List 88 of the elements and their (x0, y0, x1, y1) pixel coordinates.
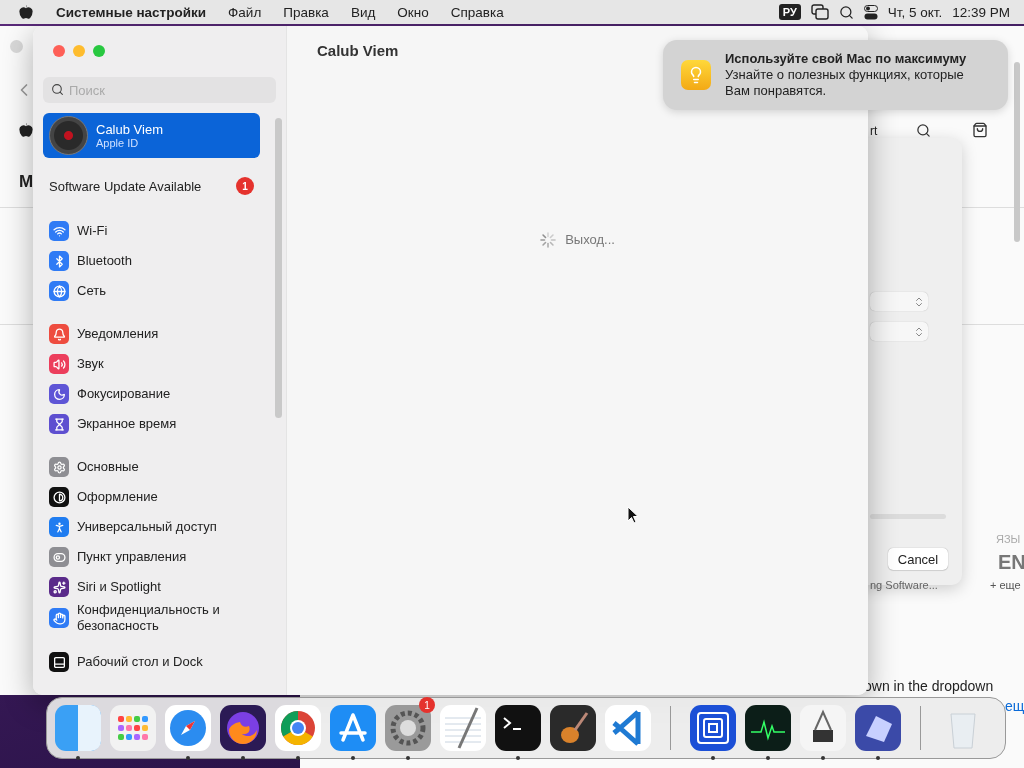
sidebar-item[interactable]: Конфиденциальность и безопасность (43, 602, 260, 634)
caption-fragment: ng Software... (870, 579, 938, 591)
popup-field[interactable] (870, 322, 928, 341)
sidebar-label: Конфиденциальность и безопасность (77, 602, 221, 634)
sidebar-label: Звук (77, 356, 104, 372)
search-field[interactable]: Поиск (43, 77, 276, 103)
link-fragment[interactable]: ещ (1005, 698, 1024, 714)
apple-logo-icon[interactable] (18, 4, 34, 20)
pane-title: Calub Viem (317, 42, 399, 61)
sidebar-label: Оформление (77, 489, 158, 505)
menu-item[interactable]: Вид (350, 4, 376, 20)
windows-icon[interactable] (810, 4, 829, 20)
concentric-squares-icon[interactable] (689, 704, 737, 752)
menu-time[interactable]: 12:39 PM (952, 4, 1010, 20)
account-subtitle: Apple ID (96, 137, 140, 149)
menu-item[interactable]: Справка (450, 4, 504, 20)
sidebar-item[interactable]: Bluetooth (43, 246, 260, 276)
language-code: EN (998, 551, 1024, 574)
stepper-icon (913, 295, 925, 308)
sidebar-label: Siri и Spotlight (77, 579, 161, 595)
stepper-icon (913, 325, 925, 338)
more-link[interactable]: + еще (990, 579, 1021, 591)
close-button[interactable] (53, 45, 65, 57)
menu-item[interactable]: Правка (283, 4, 329, 20)
sidebar-item[interactable]: Основные (43, 452, 260, 482)
compass-icon[interactable] (164, 704, 212, 752)
prism-icon[interactable] (854, 704, 902, 752)
sidebar-label: Рабочий стол и Dock (77, 654, 203, 670)
window-control-dot[interactable] (10, 40, 23, 53)
status-text: Выход... (565, 232, 615, 247)
notification-body: Узнайте о полезных функциях, которые Вам понравятся. (725, 67, 965, 99)
search-icon[interactable] (838, 4, 854, 20)
sidebar-label: Основные (77, 459, 139, 475)
account-item[interactable]: Calub Viem Apple ID (43, 113, 260, 158)
sidebar-label: Фокусирование (77, 386, 171, 402)
search-icon (51, 83, 64, 96)
input-source-indicator[interactable]: РУ (778, 4, 801, 20)
nav-link-fragment[interactable]: rt (870, 124, 878, 138)
avatar (49, 116, 88, 155)
notification-badge: 1 (419, 697, 435, 713)
sidebar-label: Bluetooth (77, 253, 132, 269)
toggles-icon[interactable] (863, 4, 878, 20)
sidebar-label: Уведомления (77, 326, 159, 342)
update-label: Software Update Available (49, 178, 202, 194)
notification-title: Используйте свой Mac по максимуму (725, 51, 968, 67)
scrollbar-thumb[interactable] (1014, 62, 1020, 242)
letter-a-shape-icon[interactable] (329, 704, 377, 752)
sidebar-item[interactable]: Фокусирование (43, 379, 260, 409)
notepad-icon[interactable] (439, 704, 487, 752)
menu-app-name[interactable]: Системные настройки (56, 4, 207, 20)
sidebar-item[interactable]: Пункт управления (43, 542, 260, 572)
sidebar-item[interactable]: Универсальный доступ (43, 512, 260, 542)
sidebar-item[interactable]: Siri и Spotlight (43, 572, 260, 602)
sidebar-item[interactable]: Оформление (43, 482, 260, 512)
lightbulb-icon (681, 60, 711, 90)
menu-date[interactable]: Чт, 5 окт. (887, 4, 943, 20)
update-badge: 1 (236, 177, 254, 195)
language-label: ЯЗЫ (996, 533, 1021, 545)
bag-icon[interactable] (972, 122, 988, 138)
menu-item[interactable]: Файл (228, 4, 262, 20)
apple-logo-icon[interactable] (18, 122, 34, 138)
sidebar-item[interactable]: Уведомления (43, 319, 260, 349)
account-name: Calub Viem (96, 122, 163, 137)
sidebar-item[interactable]: Рабочий стол и Dock (43, 647, 260, 677)
ribbon-icon[interactable] (604, 704, 652, 752)
sidebar-item[interactable]: Звук (43, 349, 260, 379)
sidebar-label: Сеть (77, 283, 106, 299)
sidebar-label: Экранное время (77, 416, 177, 432)
sidebar-item[interactable]: Wi-Fi (43, 216, 260, 246)
monitor-graph-icon[interactable] (744, 704, 792, 752)
grid-icon[interactable] (109, 704, 157, 752)
guitar-icon[interactable] (549, 704, 597, 752)
menu-item[interactable]: Окно (397, 4, 429, 20)
heading-fragment: M (19, 172, 34, 192)
sidebar-item[interactable]: Сеть (43, 276, 260, 306)
scrollbar-thumb[interactable] (275, 118, 282, 418)
sidebar-item[interactable]: Экранное время (43, 409, 260, 439)
sidebar-label: Пункт управления (77, 549, 187, 565)
sidebar-label: Универсальный доступ (77, 519, 217, 535)
pointer-cursor-icon (627, 506, 639, 524)
terminal-icon[interactable] (494, 704, 542, 752)
cancel-button[interactable]: Cancel (888, 548, 948, 570)
spinner-icon (540, 231, 557, 248)
update-item[interactable]: Software Update Available 1 (43, 174, 260, 198)
search-icon[interactable] (916, 123, 931, 138)
notification-banner[interactable]: Используйте свой Mac по максимуму Узнайте о полезных функциях, которые Вам понравятся. (663, 40, 1008, 110)
sidebar-label: Wi-Fi (77, 223, 108, 239)
popup-field[interactable] (870, 292, 928, 311)
